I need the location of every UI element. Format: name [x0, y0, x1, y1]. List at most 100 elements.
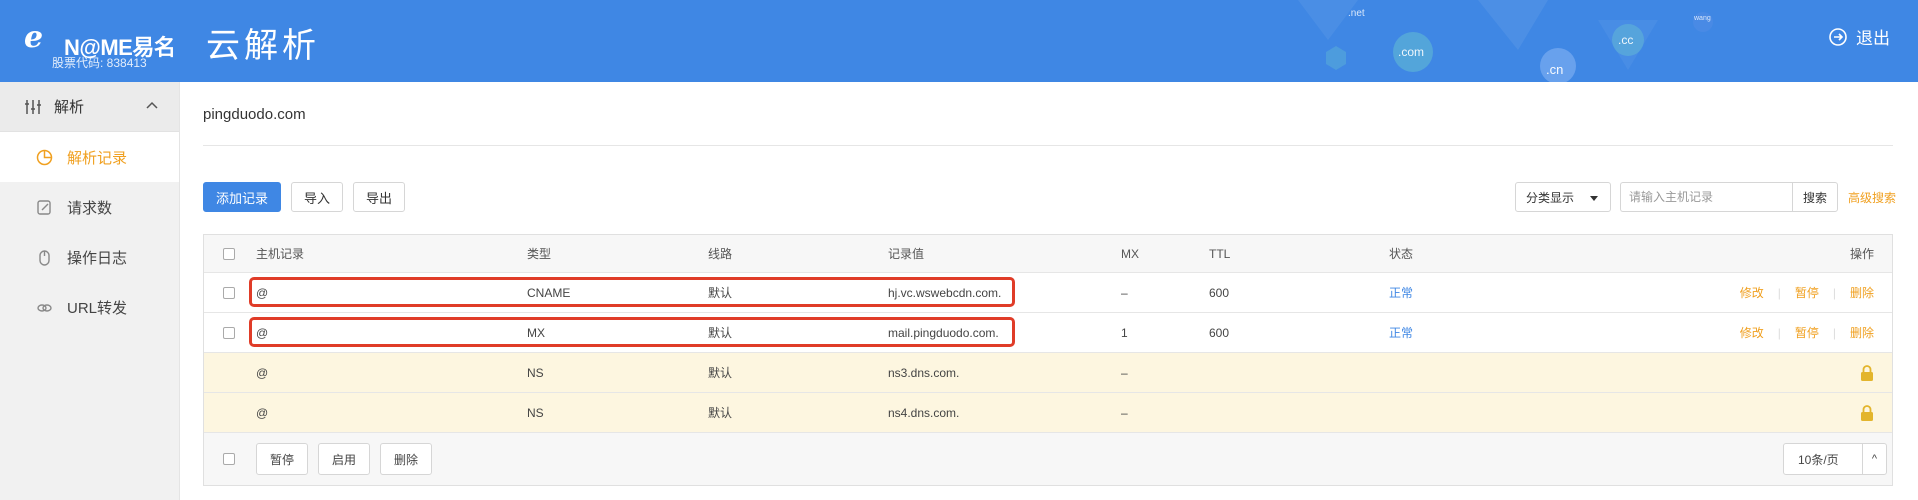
separator: | — [1832, 325, 1836, 340]
table-row: @ NS 默认 ns3.dns.com. – — [204, 353, 1892, 393]
line-cell: 默认 — [708, 286, 733, 300]
col-line: 线路 — [708, 247, 733, 261]
col-status: 状态 — [1389, 247, 1414, 261]
sidebar-group-label: 解析 — [54, 99, 85, 116]
sidebar-item-oplog[interactable]: 操作日志 — [0, 232, 179, 282]
row-actions — [1860, 393, 1874, 432]
host-cell: @ — [256, 285, 269, 300]
sidebar-item-label: 请求数 — [67, 199, 113, 217]
stock-code: 股票代码: 838413 — [52, 56, 147, 70]
col-host: 主机记录 — [256, 247, 305, 261]
edit-icon — [37, 199, 51, 215]
host-cell: @ — [256, 325, 269, 340]
pie-chart-icon — [36, 149, 53, 165]
link-icon — [37, 303, 52, 312]
col-value: 记录值 — [888, 247, 925, 261]
sidebar-item-records[interactable]: 解析记录 — [0, 132, 179, 182]
delete-link[interactable]: 删除 — [1850, 284, 1874, 301]
row-actions — [1860, 353, 1874, 392]
edit-link[interactable]: 修改 — [1740, 284, 1764, 301]
table-header-row: 主机记录 类型 线路 记录值 MX TTL 状态 操作 — [204, 235, 1892, 273]
logout-icon — [1829, 27, 1847, 46]
logout-label: 退出 — [1856, 29, 1890, 48]
delete-link[interactable]: 删除 — [1850, 324, 1874, 341]
mx-cell: – — [1121, 405, 1128, 420]
sidebar: 解析 解析记录 请求数 操作日志 URL转发 — [0, 82, 180, 500]
select-all-checkbox[interactable] — [223, 247, 235, 260]
lock-icon — [1861, 364, 1873, 381]
view-mode-value: 分类显示 — [1526, 190, 1575, 205]
sidebar-item-label: URL转发 — [67, 299, 128, 317]
app-title: 云解析 — [206, 27, 320, 65]
sidebar-item-requests[interactable]: 请求数 — [0, 182, 179, 232]
sidebar-item-label: 操作日志 — [67, 249, 128, 267]
type-cell: NS — [527, 405, 544, 420]
advanced-search-link[interactable]: 高级搜索 — [1848, 189, 1896, 206]
table-footer: 暂停 启用 删除 10条/页 ^ — [204, 433, 1892, 485]
export-button[interactable]: 导出 — [353, 182, 405, 212]
bulk-enable-button[interactable]: 启用 — [318, 443, 370, 475]
table-row: @ MX 默认 mail.pingduodo.com. 1 600 正常 修改 … — [204, 313, 1892, 353]
mx-cell: – — [1121, 285, 1128, 300]
table-row: @ CNAME 默认 hj.vc.wswebcdn.com. – 600 正常 … — [204, 273, 1892, 313]
value-cell: ns3.dns.com. — [888, 365, 960, 380]
brand-logo[interactable]: e N@ME易名 股票代码: 838413 — [24, 18, 184, 70]
bulk-pause-button[interactable]: 暂停 — [256, 443, 308, 475]
value-cell: hj.vc.wswebcdn.com. — [888, 285, 1002, 300]
add-record-button[interactable]: 添加记录 — [203, 182, 281, 212]
status-badge: 正常 — [1389, 286, 1414, 300]
col-mx: MX — [1121, 246, 1139, 261]
line-cell: 默认 — [708, 406, 733, 420]
value-cell: ns4.dns.com. — [888, 405, 960, 420]
bulk-delete-button[interactable]: 删除 — [380, 443, 432, 475]
type-cell: NS — [527, 365, 544, 380]
separator: | — [1832, 285, 1836, 300]
sidebar-group-dns[interactable]: 解析 — [0, 82, 179, 132]
host-cell: @ — [256, 405, 269, 420]
host-search-input[interactable] — [1620, 182, 1792, 212]
tld-cc: .cc — [1618, 33, 1633, 47]
ttl-cell: 600 — [1209, 325, 1230, 340]
main-content: pingduodo.com 添加记录 导入 导出 分类显示 搜索 高级搜索 主机… — [180, 82, 1918, 500]
page-size-select[interactable]: 10条/页 ^ — [1783, 443, 1887, 475]
sliders-icon — [25, 99, 41, 114]
top-header: .net .com .cc .cn wang e N@ME易名 股票代码: 83… — [0, 0, 1918, 82]
tld-cn: .cn — [1546, 62, 1563, 77]
logo-mark: e — [24, 20, 44, 55]
mx-cell: – — [1121, 365, 1128, 380]
row-actions: 修改 | 暂停 | 删除 — [1740, 313, 1874, 352]
row-actions: 修改 | 暂停 | 删除 — [1740, 273, 1874, 312]
view-mode-select[interactable]: 分类显示 — [1515, 182, 1611, 212]
mouse-icon — [39, 249, 50, 266]
separator: | — [1777, 285, 1781, 300]
col-type: 类型 — [527, 247, 552, 261]
status-badge: 正常 — [1389, 326, 1414, 340]
domain-title: pingduodo.com — [203, 106, 306, 123]
tld-wang: wang — [1693, 15, 1711, 22]
sidebar-item-label: 解析记录 — [67, 149, 128, 167]
search-button[interactable]: 搜索 — [1792, 182, 1838, 212]
pause-link[interactable]: 暂停 — [1795, 324, 1819, 341]
chevron-up-icon — [146, 101, 158, 109]
col-ops: 操作 — [1849, 247, 1874, 261]
separator: | — [1777, 325, 1781, 340]
line-cell: 默认 — [708, 326, 733, 340]
sidebar-item-url-forward[interactable]: URL转发 — [0, 282, 179, 332]
host-cell: @ — [256, 365, 269, 380]
row-checkbox[interactable] — [223, 286, 235, 299]
row-checkbox[interactable] — [223, 326, 235, 339]
mx-cell: 1 — [1121, 325, 1128, 340]
tld-com: .com — [1398, 45, 1424, 59]
chevron-up-icon: ^ — [1862, 444, 1886, 474]
tld-decoration: .net .com .cc .cn wang — [1298, 0, 1713, 82]
value-cell: mail.pingduodo.com. — [888, 325, 999, 340]
pause-link[interactable]: 暂停 — [1795, 284, 1819, 301]
select-all-footer-checkbox[interactable] — [223, 453, 235, 465]
tld-net: .net — [1348, 8, 1365, 19]
type-cell: MX — [527, 325, 545, 340]
page-size-value: 10条/页 — [1798, 452, 1839, 467]
edit-link[interactable]: 修改 — [1740, 324, 1764, 341]
logout-button[interactable]: 退出 — [1828, 24, 1890, 49]
import-button[interactable]: 导入 — [291, 182, 343, 212]
line-cell: 默认 — [708, 366, 733, 380]
